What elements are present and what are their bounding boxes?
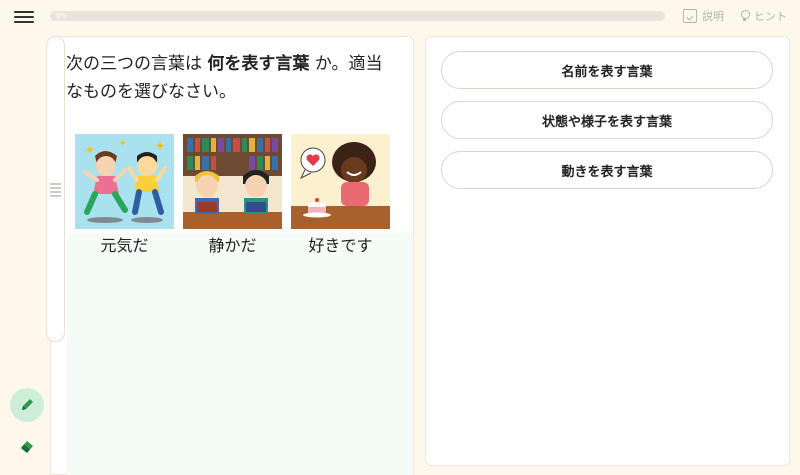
hint-button[interactable]: ヒント: [740, 8, 787, 24]
eraser-tool-button[interactable]: [12, 431, 42, 461]
hint-label: ヒント: [754, 10, 787, 23]
menu-icon[interactable]: [14, 8, 34, 26]
question-text: 次の三つの言葉は 何を表す言葉 か。適当なものを選びなさい。: [66, 54, 383, 102]
energetic-kids-illustration: ✦ ✦ ✦: [75, 134, 174, 229]
lightbulb-icon: [740, 10, 750, 22]
progress-label: 0%: [56, 12, 68, 20]
word-card-suki: 好きです: [291, 134, 390, 256]
svg-text:✦: ✦: [85, 143, 95, 157]
word-card-shizuka: 静かだ: [183, 134, 282, 256]
progress-bar: 0%: [50, 11, 665, 21]
quiet-reading-illustration: [183, 134, 282, 229]
pen-tool-button[interactable]: [10, 388, 44, 422]
card-label: 元気だ: [100, 236, 149, 255]
answer-option-2[interactable]: 状態や様子を表す言葉: [441, 101, 773, 139]
explain-button[interactable]: 説明: [683, 8, 724, 24]
answer-option-3[interactable]: 動きを表す言葉: [441, 151, 773, 189]
svg-text:✦: ✦: [155, 139, 165, 153]
answer-option-1[interactable]: 名前を表す言葉: [441, 51, 773, 89]
word-card-genki: ✦ ✦ ✦ 元気だ: [75, 134, 174, 256]
explain-icon: [683, 9, 697, 23]
grip-icon: [50, 181, 61, 199]
svg-text:✦: ✦: [119, 139, 127, 149]
card-label: 好きです: [308, 236, 373, 255]
question-emphasis: 何を表す言葉: [207, 54, 310, 74]
explain-label: 説明: [702, 10, 724, 23]
eraser-icon: [21, 441, 33, 453]
card-label: 静かだ: [208, 236, 257, 255]
loves-cake-illustration: [291, 134, 390, 229]
pencil-icon: [22, 399, 33, 410]
